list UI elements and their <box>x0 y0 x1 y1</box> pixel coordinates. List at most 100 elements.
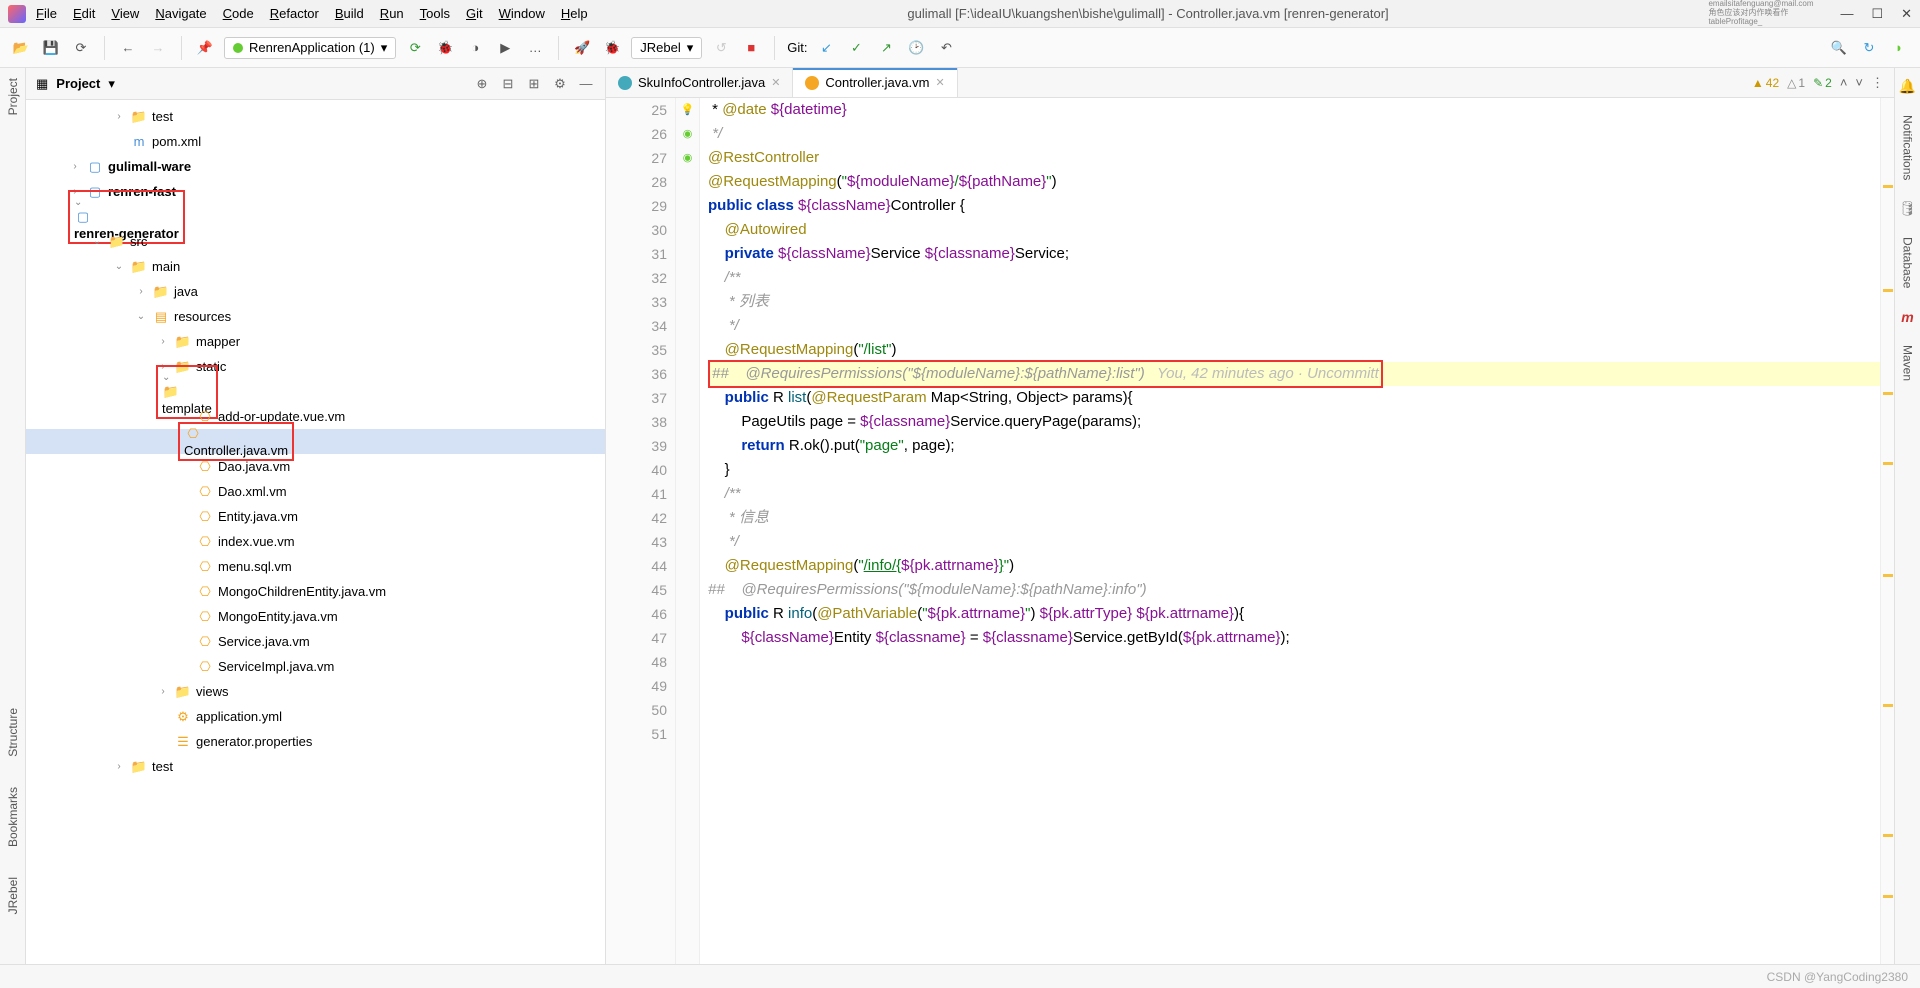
attach-icon[interactable]: … <box>524 37 546 59</box>
code-line[interactable]: ## @RequiresPermissions("${moduleName}:$… <box>708 578 1894 602</box>
line-number[interactable]: 27 <box>606 146 667 170</box>
close-tab-icon[interactable]: ✕ <box>935 76 944 89</box>
menu-view[interactable]: View <box>111 6 139 21</box>
bookmarks-tool-button[interactable]: Bookmarks <box>6 787 20 847</box>
code-line[interactable]: @Autowired <box>708 218 1894 242</box>
code-line[interactable]: /** <box>708 266 1894 290</box>
menu-run[interactable]: Run <box>380 6 404 21</box>
tree-item-main[interactable]: ⌄📁main <box>26 254 605 279</box>
sync-icon[interactable]: ↻ <box>1858 37 1880 59</box>
tree-item-dao-xml-vm[interactable]: ⎔Dao.xml.vm <box>26 479 605 504</box>
line-number[interactable]: 28 <box>606 170 667 194</box>
menu-help[interactable]: Help <box>561 6 588 21</box>
code-line[interactable]: @RequestMapping("/list") <box>708 338 1894 362</box>
code-line[interactable]: */ <box>708 122 1894 146</box>
tree-item-gulimall-ware[interactable]: ›▢gulimall-ware <box>26 154 605 179</box>
tree-item-test[interactable]: ›📁test <box>26 104 605 129</box>
tree-item-renren-generator[interactable]: ⌄▢renren-generator <box>26 204 605 229</box>
menu-file[interactable]: File <box>36 6 57 21</box>
line-number[interactable]: 37 <box>606 386 667 410</box>
tree-arrow-icon[interactable]: ⌄ <box>74 197 82 208</box>
tree-item-index-vue-vm[interactable]: ⎔index.vue.vm <box>26 529 605 554</box>
tree-item-resources[interactable]: ⌄▤resources <box>26 304 605 329</box>
jrebel-status-icon[interactable]: ◗ <box>1888 37 1910 59</box>
menu-build[interactable]: Build <box>335 6 364 21</box>
weak-warnings-badge[interactable]: △1 <box>1787 76 1805 90</box>
line-number[interactable]: 47 <box>606 626 667 650</box>
line-number[interactable]: 45 <box>606 578 667 602</box>
git-update-icon[interactable]: ↙ <box>816 37 838 59</box>
line-number[interactable]: 39 <box>606 434 667 458</box>
tab-skuinfocontroller-java[interactable]: SkuInfoController.java✕ <box>606 68 793 97</box>
tree-item-static[interactable]: ›📁static <box>26 354 605 379</box>
tree-arrow-icon[interactable]: ⌄ <box>112 261 126 272</box>
profile-icon[interactable]: ▶ <box>494 37 516 59</box>
line-number[interactable]: 38 <box>606 410 667 434</box>
line-number[interactable]: 43 <box>606 530 667 554</box>
code-line[interactable]: @RestController <box>708 146 1894 170</box>
tree-item-mapper[interactable]: ›📁mapper <box>26 329 605 354</box>
code-line[interactable]: public class ${className}Controller { <box>708 194 1894 218</box>
code-line[interactable]: */ <box>708 314 1894 338</box>
code-line[interactable]: return R.ok().put("page", page); <box>708 434 1894 458</box>
line-number[interactable]: 30 <box>606 218 667 242</box>
tree-item-dao-java-vm[interactable]: ⎔Dao.java.vm <box>26 454 605 479</box>
tree-arrow-icon[interactable]: ⌄ <box>90 236 104 247</box>
tree-arrow-icon[interactable]: ⌄ <box>134 311 148 322</box>
menu-code[interactable]: Code <box>223 6 254 21</box>
notifications-tool-button[interactable]: Notifications <box>1901 115 1915 180</box>
line-number[interactable]: 31 <box>606 242 667 266</box>
tree-item-test[interactable]: ›📁test <box>26 754 605 779</box>
git-rollback-icon[interactable]: ↶ <box>936 37 958 59</box>
tree-item-serviceimpl-java-vm[interactable]: ⎔ServiceImpl.java.vm <box>26 654 605 679</box>
project-tree[interactable]: ›📁testmpom.xml›▢gulimall-ware›▢renren-fa… <box>26 100 605 964</box>
menu-edit[interactable]: Edit <box>73 6 95 21</box>
code-line[interactable]: } <box>708 458 1894 482</box>
tree-item-generator-properties[interactable]: ☰generator.properties <box>26 729 605 754</box>
tree-arrow-icon[interactable]: ⌄ <box>162 372 170 383</box>
project-tool-button[interactable]: Project <box>6 78 20 115</box>
tree-arrow-icon[interactable]: › <box>156 336 170 347</box>
tree-arrow-icon[interactable]: › <box>134 286 148 297</box>
jrebel-tool-button[interactable]: JRebel <box>6 877 20 914</box>
code-line[interactable]: @RequestMapping("/info/{${pk.attrname}}"… <box>708 554 1894 578</box>
tree-arrow-icon[interactable]: › <box>112 761 126 772</box>
code-line[interactable]: * 列表 <box>708 290 1894 314</box>
code-line[interactable]: ## @RequiresPermissions("${moduleName}:$… <box>708 362 1894 386</box>
tree-item-controller-java-vm[interactable]: ⎔Controller.java.vm <box>26 429 605 454</box>
line-number[interactable]: 48 <box>606 650 667 674</box>
stop-icon[interactable]: ■ <box>740 37 762 59</box>
line-number[interactable]: 41 <box>606 482 667 506</box>
tree-item-mongoentity-java-vm[interactable]: ⎔MongoEntity.java.vm <box>26 604 605 629</box>
gutter-marker[interactable]: 💡 <box>676 98 699 122</box>
more-actions-icon[interactable]: ⋮ <box>1871 75 1884 91</box>
tree-item-pom-xml[interactable]: mpom.xml <box>26 129 605 154</box>
tree-item-add-or-update-vue-vm[interactable]: ⎔add-or-update.vue.vm <box>26 404 605 429</box>
line-number[interactable]: 29 <box>606 194 667 218</box>
tree-item-service-java-vm[interactable]: ⎔Service.java.vm <box>26 629 605 654</box>
line-number[interactable]: 34 <box>606 314 667 338</box>
close-button[interactable]: ✕ <box>1901 6 1912 22</box>
line-number[interactable]: 51 <box>606 722 667 746</box>
maximize-button[interactable]: ☐ <box>1871 6 1883 22</box>
code-line[interactable]: ${className}Entity ${classname} = ${clas… <box>708 626 1894 650</box>
tree-item-template[interactable]: ⌄📁template <box>26 379 605 404</box>
database-icon[interactable]: 🛢 <box>1899 200 1917 217</box>
error-stripe[interactable] <box>1880 98 1894 964</box>
line-number[interactable]: 32 <box>606 266 667 290</box>
git-commit-icon[interactable]: ✓ <box>846 37 868 59</box>
tree-item-java[interactable]: ›📁java <box>26 279 605 304</box>
reload-icon[interactable]: ↺ <box>710 37 732 59</box>
menu-git[interactable]: Git <box>466 6 483 21</box>
minimize-button[interactable]: — <box>1840 6 1853 22</box>
open-icon[interactable]: 📂 <box>10 37 32 59</box>
code-editor[interactable]: * @date ${datetime} */@RestController@Re… <box>700 98 1894 964</box>
maven-icon[interactable]: m <box>1901 309 1913 325</box>
structure-tool-button[interactable]: Structure <box>6 708 20 757</box>
menu-tools[interactable]: Tools <box>420 6 450 21</box>
prev-highlight-icon[interactable]: ˄ <box>1840 75 1848 90</box>
run-config-dropdown[interactable]: RenrenApplication (1) ▾ <box>224 37 396 59</box>
line-number[interactable]: 35 <box>606 338 667 362</box>
menu-navigate[interactable]: Navigate <box>155 6 206 21</box>
line-number[interactable]: 40 <box>606 458 667 482</box>
